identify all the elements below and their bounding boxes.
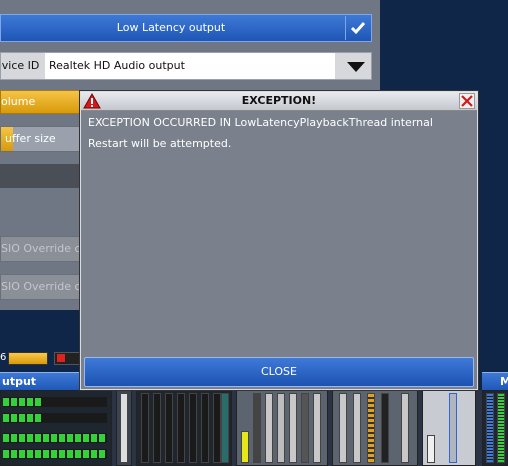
level-row: 6 bbox=[0, 350, 84, 366]
buffer-size-label: uffer size bbox=[5, 132, 56, 145]
eq-bank bbox=[332, 390, 418, 466]
meter-strip bbox=[141, 393, 149, 463]
wave-strip bbox=[449, 393, 457, 463]
low-latency-toggle[interactable]: Low Latency output bbox=[0, 14, 372, 42]
level-number: 6 bbox=[0, 352, 7, 363]
output-label: utput bbox=[2, 375, 37, 388]
fader[interactable] bbox=[253, 393, 261, 463]
asio-override-channel-2[interactable]: SIO Override cha bbox=[0, 274, 94, 300]
meter-strip bbox=[201, 393, 209, 463]
chevron-down-icon[interactable] bbox=[341, 53, 371, 79]
output-level-meters bbox=[0, 390, 112, 466]
meter-strip bbox=[221, 393, 229, 463]
level-meter bbox=[3, 397, 107, 407]
device-id-label: evice ID bbox=[1, 59, 40, 72]
channel-meters bbox=[136, 390, 232, 466]
volume-label: olume bbox=[1, 95, 36, 108]
right-meters bbox=[482, 390, 508, 466]
eq-strip[interactable] bbox=[367, 393, 375, 463]
fader[interactable] bbox=[301, 393, 309, 463]
warning-icon bbox=[83, 92, 101, 109]
meter-strip bbox=[213, 393, 221, 463]
waveform-display bbox=[422, 390, 476, 466]
close-icon[interactable] bbox=[459, 93, 475, 109]
right-panel-label: M bbox=[500, 375, 508, 388]
eq-strip[interactable] bbox=[401, 393, 409, 463]
level-bar[interactable] bbox=[8, 352, 48, 365]
meter-strip bbox=[189, 393, 197, 463]
fader[interactable] bbox=[289, 393, 297, 463]
exception-dialog: EXCEPTION! EXCEPTION OCCURRED IN LowLate… bbox=[80, 91, 478, 390]
meter-strip bbox=[177, 393, 185, 463]
level-meter bbox=[3, 413, 107, 423]
asio-override-channel-1[interactable]: SIO Override cha bbox=[0, 236, 94, 262]
buffer-size-slider[interactable]: uffer size bbox=[0, 126, 82, 152]
fader[interactable] bbox=[313, 393, 321, 463]
level-meter bbox=[3, 449, 107, 459]
wave-strip bbox=[427, 435, 435, 463]
meter-strip bbox=[497, 393, 505, 463]
level-meter bbox=[3, 433, 107, 443]
fader[interactable] bbox=[277, 393, 285, 463]
meter-area bbox=[0, 390, 508, 466]
exception-detail: Restart will be attempted. bbox=[88, 137, 232, 150]
device-id-row: evice ID Realtek HD Audio output bbox=[0, 52, 372, 80]
eq-strip[interactable] bbox=[353, 393, 361, 463]
eq-strip[interactable] bbox=[339, 393, 347, 463]
dialog-titlebar[interactable]: EXCEPTION! bbox=[81, 92, 477, 111]
device-select[interactable]: Realtek HD Audio output bbox=[45, 53, 335, 79]
fader[interactable] bbox=[241, 431, 249, 463]
fader[interactable] bbox=[120, 393, 128, 463]
channel-strip bbox=[116, 390, 132, 466]
low-latency-label: Low Latency output bbox=[116, 21, 226, 34]
close-button[interactable]: CLOSE bbox=[84, 357, 474, 387]
dialog-title: EXCEPTION! bbox=[241, 94, 317, 107]
meter-strip bbox=[486, 393, 494, 463]
settings-divider-bar bbox=[0, 164, 82, 188]
check-icon[interactable] bbox=[345, 16, 370, 40]
meter-strip bbox=[153, 393, 161, 463]
fader[interactable] bbox=[265, 393, 273, 463]
volume-slider[interactable]: olume bbox=[0, 90, 82, 114]
exception-message: EXCEPTION OCCURRED IN LowLatencyPlayback… bbox=[88, 116, 433, 129]
fader-bank bbox=[236, 390, 328, 466]
right-panel-header: M bbox=[482, 372, 508, 391]
meter-strip bbox=[165, 393, 173, 463]
eq-strip[interactable] bbox=[381, 393, 389, 463]
